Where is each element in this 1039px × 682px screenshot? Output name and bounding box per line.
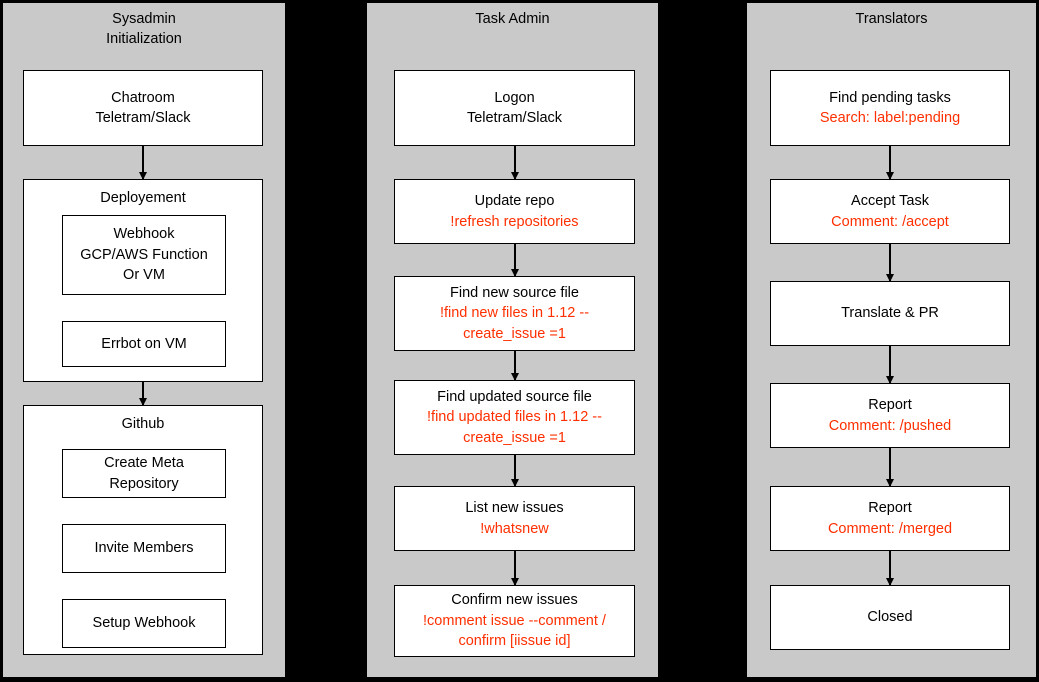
arrow-find-pending-to-accept-task [889, 146, 891, 179]
node-closed[interactable]: Closed [770, 585, 1010, 650]
node-list-new-issues-command: !whatsnew [480, 520, 549, 537]
node-chatroom-line1: Chatroom [111, 89, 175, 106]
group-deployement[interactable]: Deployement Webhook GCP/AWS Function Or … [23, 179, 263, 382]
node-update-repo[interactable]: Update repo !refresh repositories [394, 179, 635, 244]
node-webhook[interactable]: Webhook GCP/AWS Function Or VM [62, 215, 226, 295]
node-find-pending-tasks[interactable]: Find pending tasks Search: label:pending [770, 70, 1010, 146]
swimlane-title-sysadmin: Sysadmin Initialization [106, 11, 182, 47]
node-list-new-issues[interactable]: List new issues !whatsnew [394, 486, 635, 551]
node-closed-line1: Closed [867, 609, 913, 626]
node-report-pushed[interactable]: Report Comment: /pushed [770, 383, 1010, 448]
node-report-pushed-line1: Report [868, 397, 912, 413]
node-update-repo-command: !refresh repositories [450, 213, 579, 230]
node-errbot-on-vm[interactable]: Errbot on VM [62, 321, 226, 367]
arrow-accept-task-to-translate-pr [889, 244, 891, 281]
node-find-new-source-file-line1: Find new source file [450, 284, 579, 301]
node-setup-webhook[interactable]: Setup Webhook [62, 599, 226, 648]
swimlane-title-task-admin: Task Admin [475, 11, 550, 27]
arrow-report-merged-to-closed [889, 551, 891, 585]
arrow-update-repo-to-find-new-source-file [514, 244, 516, 276]
node-find-updated-source-file-command-2: create_issue =1 [463, 429, 566, 446]
node-find-updated-source-file-line1: Find updated source file [437, 388, 592, 405]
node-report-merged-command: Comment: /merged [827, 520, 953, 537]
node-logon-line1: Logon [494, 89, 535, 106]
node-accept-task-line1: Accept Task [851, 193, 929, 209]
arrow-translate-pr-to-report-pushed [889, 346, 891, 383]
node-confirm-new-issues-line1: Confirm new issues [451, 592, 578, 609]
node-logon-line2: Teletram/Slack [466, 110, 563, 126]
arrow-deployement-to-github [142, 382, 144, 405]
node-accept-task[interactable]: Accept Task Comment: /accept [770, 179, 1010, 244]
node-find-new-source-file-command-2: create_issue =1 [463, 325, 566, 342]
arrow-chatroom-to-deployement [142, 146, 144, 179]
node-report-merged[interactable]: Report Comment: /merged [770, 486, 1010, 551]
node-translate-and-pr-line1: Translate & PR [841, 305, 939, 322]
node-report-merged-line1: Report [868, 500, 912, 516]
node-find-new-source-file[interactable]: Find new source file !find new files in … [394, 276, 635, 351]
node-chatroom-line2: Teletram/Slack [95, 110, 191, 126]
node-list-new-issues-line1: List new issues [465, 500, 564, 516]
arrow-find-updated-to-list-new-issues [514, 455, 516, 486]
node-chatroom[interactable]: Chatroom Teletram/Slack [23, 70, 263, 146]
node-translate-and-pr[interactable]: Translate & PR [770, 281, 1010, 346]
node-accept-task-command: Comment: /accept [831, 213, 949, 230]
node-create-meta-repository[interactable]: Create Meta Repository [62, 449, 226, 498]
arrow-list-new-issues-to-confirm [514, 551, 516, 585]
swimlane-task-admin: Task Admin Logon Teletram/Slack Update r… [367, 3, 658, 677]
node-find-updated-source-file[interactable]: Find updated source file !find updated f… [394, 380, 635, 455]
node-find-updated-source-file-command-1: !find updated files in 1.12 -- [427, 409, 602, 426]
node-confirm-new-issues[interactable]: Confirm new issues !comment issue --comm… [394, 585, 635, 657]
node-find-pending-tasks-line1: Find pending tasks [829, 89, 951, 106]
arrow-logon-to-update-repo [514, 146, 516, 179]
node-logon[interactable]: Logon Teletram/Slack [394, 70, 635, 146]
swimlane-sysadmin: Sysadmin Initialization Chatroom Teletra… [3, 3, 285, 677]
node-report-pushed-command: Comment: /pushed [828, 417, 952, 434]
node-confirm-new-issues-command-2: confirm [iissue id] [458, 633, 571, 650]
group-github[interactable]: Github Create Meta Repository Invite Mem… [23, 405, 263, 655]
swimlane-title-translators: Translators [855, 11, 928, 27]
swimlane-translators: Translators Find pending tasks Search: l… [747, 3, 1036, 677]
node-update-repo-line1: Update repo [474, 193, 555, 209]
arrow-report-pushed-to-report-merged [889, 448, 891, 486]
node-find-pending-tasks-command: Search: label:pending [819, 110, 961, 126]
group-title-deployement: Deployement [100, 190, 186, 206]
node-confirm-new-issues-command-1: !comment issue --comment / [423, 612, 606, 629]
arrow-find-new-to-find-updated [514, 351, 516, 380]
group-title-github: Github [121, 416, 165, 432]
node-invite-members[interactable]: Invite Members [62, 524, 226, 573]
node-find-new-source-file-command-1: !find new files in 1.12 -- [439, 305, 590, 322]
